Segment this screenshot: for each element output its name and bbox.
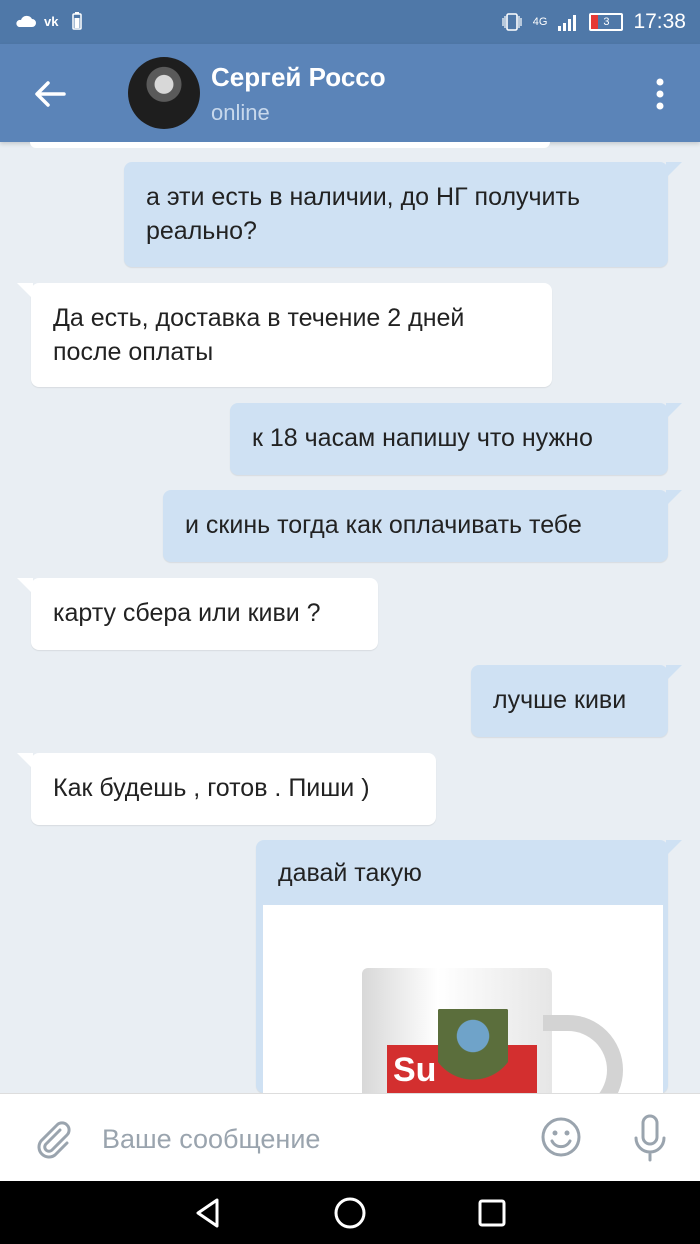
- composer: [0, 1093, 700, 1182]
- mug-logo-text: Su: [393, 1051, 437, 1089]
- clock: 17:38: [633, 10, 686, 33]
- photo-attachment[interactable]: Su: [263, 905, 663, 1093]
- overflow-menu-button[interactable]: [648, 76, 672, 112]
- signal-icon: [558, 15, 577, 31]
- smile-icon: [541, 1117, 581, 1157]
- avatar[interactable]: [128, 57, 200, 129]
- message-text: давай такую: [278, 859, 422, 887]
- cloud-icon: [16, 15, 36, 27]
- emoji-button[interactable]: [538, 1114, 584, 1160]
- status-left-icons: vk: [14, 12, 82, 30]
- message-bubble[interactable]: а эти есть в наличии, до НГ получить реа…: [124, 162, 682, 267]
- network-type: 4G: [532, 16, 548, 28]
- previous-message-bubble: [30, 142, 550, 148]
- message-bubble[interactable]: лучше киви: [471, 665, 682, 737]
- message-bubble[interactable]: к 18 часам напишу что нужно: [230, 403, 682, 475]
- circle-home-icon: [334, 1197, 366, 1229]
- battery-icon: 3: [589, 13, 624, 31]
- message-text: к 18 часам напишу что нужно: [252, 424, 593, 452]
- voice-record-button[interactable]: [630, 1110, 670, 1166]
- message-text: карту сбера или киви ?: [53, 599, 321, 627]
- vk-icon: vk: [44, 14, 59, 28]
- square-recents-icon: [478, 1199, 506, 1227]
- message-input[interactable]: [100, 1114, 524, 1164]
- svg-text:vk: vk: [44, 14, 59, 28]
- message-bubble[interactable]: карту сбера или киви ?: [17, 578, 378, 650]
- triangle-back-icon: [196, 1198, 219, 1228]
- mug-handle: [543, 1015, 623, 1093]
- chat-header: Сергей Россо online: [0, 44, 700, 142]
- system-nav-bar: [0, 1181, 700, 1244]
- nav-back-button[interactable]: [190, 1195, 226, 1231]
- message-bubble[interactable]: Да есть, доставка в течение 2 дней после…: [17, 283, 552, 387]
- nav-recents-button[interactable]: [474, 1195, 510, 1231]
- battery-saver-icon: [72, 12, 82, 30]
- message-bubble[interactable]: и скинь тогда как оплачивать тебе: [163, 490, 682, 562]
- message-text: Да есть, доставка в течение 2 дней после…: [53, 304, 465, 366]
- status-bar: vk 4G 3 17:38: [0, 0, 700, 44]
- attach-button[interactable]: [30, 1116, 74, 1160]
- paperclip-icon: [37, 1121, 71, 1159]
- contact-name[interactable]: Сергей Россо: [211, 62, 386, 93]
- arrow-left-icon: [35, 81, 66, 107]
- nav-home-button[interactable]: [332, 1195, 368, 1231]
- message-text: лучше киви: [493, 686, 627, 714]
- status-right-icons: 4G 3 17:38: [501, 10, 686, 34]
- message-text: и скинь тогда как оплачивать тебе: [185, 511, 582, 539]
- message-text: Как будешь , готов . Пиши ): [53, 774, 370, 802]
- back-button[interactable]: [26, 70, 74, 118]
- contact-status: online: [211, 100, 270, 125]
- cartoon-figure: [438, 1009, 508, 1093]
- vibrate-icon: [502, 13, 522, 31]
- message-bubble[interactable]: Как будешь , готов . Пиши ): [17, 753, 436, 825]
- message-text: а эти есть в наличии, до НГ получить реа…: [146, 183, 580, 245]
- microphone-icon: [634, 1114, 666, 1162]
- more-vertical-icon: [656, 78, 664, 110]
- battery-level: 3: [603, 16, 610, 28]
